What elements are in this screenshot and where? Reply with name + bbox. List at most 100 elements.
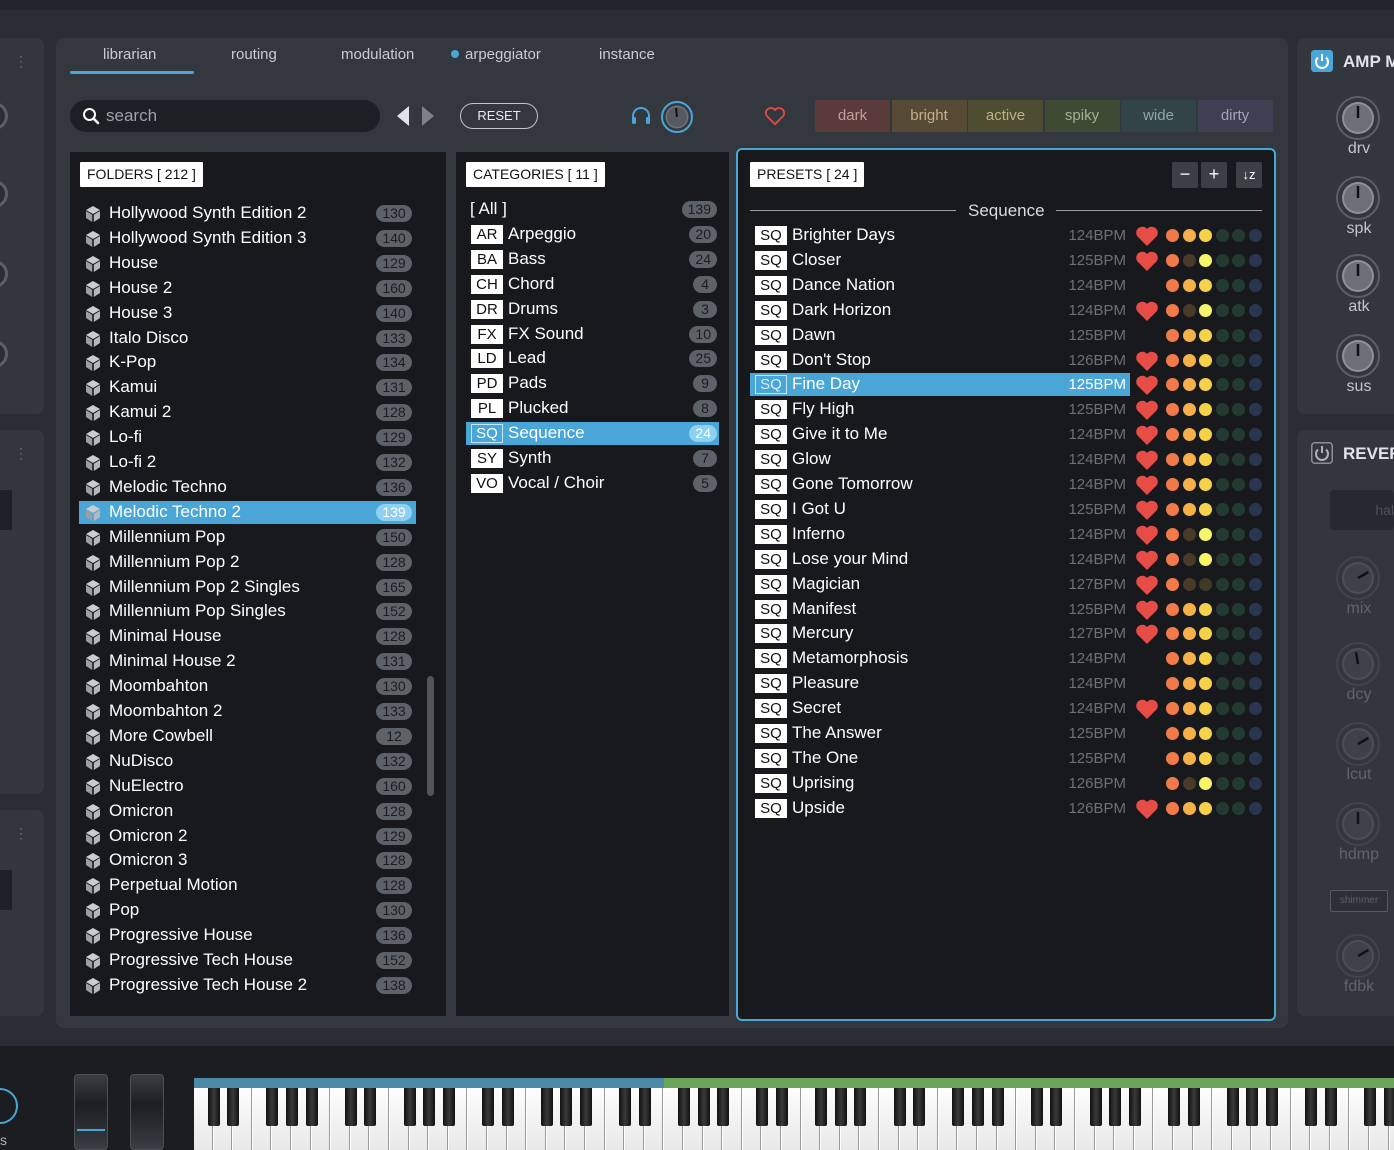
black-key[interactable] [1109,1088,1122,1126]
folder-row[interactable]: More Cowbell 12 [79,725,416,748]
category-row[interactable]: [ All ] 139 [466,198,719,221]
preset-row[interactable]: SQ Uprising 126BPM [750,772,1130,795]
black-key[interactable] [1187,1088,1200,1126]
black-key[interactable] [619,1088,632,1126]
next-preset-icon[interactable] [420,104,436,128]
black-key[interactable] [913,1088,926,1126]
favorites-filter-button[interactable] [740,100,812,132]
knob[interactable] [0,260,8,288]
favorite-heart-icon[interactable] [1135,225,1159,247]
favorite-heart-icon[interactable] [1135,599,1159,621]
black-key[interactable] [580,1088,592,1126]
black-key[interactable] [717,1088,730,1126]
black-key[interactable] [1383,1088,1394,1126]
black-key[interactable] [638,1088,651,1126]
black-key[interactable] [344,1088,357,1126]
folder-row[interactable]: Kamui 131 [79,376,416,399]
category-row[interactable]: FX FX Sound 10 [466,323,719,346]
category-row[interactable]: LD Lead 25 [466,347,719,370]
tab-instance[interactable]: instance [599,46,655,63]
preset-row[interactable]: SQ Magician 127BPM [750,573,1130,596]
folder-row[interactable]: Lo-fi 129 [79,426,416,449]
preset-row[interactable]: SQ Upside 126BPM [750,797,1130,820]
category-row[interactable]: PD Pads 9 [466,372,719,395]
preset-row[interactable]: SQ Fine Day 125BPM [750,373,1130,397]
preset-row[interactable]: SQ The Answer 125BPM [750,722,1130,745]
preset-row[interactable]: SQ Inferno 124BPM [750,523,1130,546]
folder-row[interactable]: Moombahton 130 [79,675,416,698]
tag-filter-wide[interactable]: wide [1121,100,1196,132]
preset-row[interactable]: SQ Don't Stop 126BPM [750,349,1130,372]
folder-row[interactable]: Minimal House 2 131 [79,650,416,673]
preset-row[interactable]: SQ Pleasure 124BPM [750,672,1130,695]
favorite-heart-icon[interactable] [1135,474,1159,496]
folder-row[interactable]: NuDisco 132 [79,750,416,773]
favorite-heart-icon[interactable] [1135,574,1159,596]
category-row[interactable]: DR Drums 3 [466,298,719,321]
power-icon[interactable] [1311,442,1333,464]
black-key[interactable] [1246,1088,1259,1126]
black-key[interactable] [1050,1088,1063,1126]
black-key[interactable] [756,1088,769,1126]
black-key[interactable] [1266,1088,1278,1126]
folder-row[interactable]: Melodic Techno 136 [79,476,416,499]
folder-row[interactable]: Omicron 3 128 [79,849,416,872]
folder-row[interactable]: Progressive Tech House 152 [79,949,416,972]
black-key[interactable] [305,1088,318,1126]
folder-row[interactable]: NuElectro 160 [79,775,416,798]
black-key[interactable] [1324,1088,1337,1126]
folder-row[interactable]: Moombahton 2 133 [79,700,416,723]
preset-row[interactable]: SQ I Got U 125BPM [750,498,1130,521]
black-key[interactable] [423,1088,436,1126]
search-input[interactable] [106,104,366,128]
black-key[interactable] [442,1088,455,1126]
black-key[interactable] [678,1088,690,1126]
tag-filter-active[interactable]: active [968,100,1043,132]
black-key[interactable] [364,1088,377,1126]
folder-row[interactable]: Progressive House 136 [79,924,416,947]
folder-row[interactable]: Omicron 128 [79,800,416,823]
folder-row[interactable]: House 129 [79,252,416,275]
tab-routing[interactable]: routing [231,46,277,63]
folder-row[interactable]: Minimal House 128 [79,625,416,648]
black-key[interactable] [854,1088,867,1126]
category-row[interactable]: CH Chord 4 [466,273,719,296]
favorite-heart-icon[interactable] [1135,250,1159,272]
preset-row[interactable]: SQ Metamorphosis 124BPM [750,647,1130,670]
tag-filter-spiky[interactable]: spiky [1044,100,1120,132]
preset-row[interactable]: SQ Mercury 127BPM [750,622,1130,645]
favorite-heart-icon[interactable] [1135,424,1159,446]
preset-row[interactable]: SQ Manifest 125BPM [750,598,1130,621]
preview-volume-knob[interactable] [661,101,693,133]
favorite-heart-icon[interactable] [1135,300,1159,322]
black-key[interactable] [501,1088,514,1126]
favorite-heart-icon[interactable] [1135,499,1159,521]
headphones-icon[interactable] [630,106,652,126]
tab-librarian[interactable]: librarian [103,46,156,63]
black-key[interactable] [776,1088,788,1126]
preset-row[interactable]: SQ Fly High 125BPM [750,398,1130,421]
black-key[interactable] [834,1088,847,1126]
preset-row[interactable]: SQ The One 125BPM [750,747,1130,770]
favorite-heart-icon[interactable] [1135,524,1159,546]
folder-row[interactable]: Millennium Pop Singles 152 [79,600,416,623]
folder-row[interactable]: K-Pop 134 [79,351,416,374]
pitch-wheel[interactable] [74,1074,108,1150]
expand-button[interactable]: + [1201,162,1227,188]
favorite-heart-icon[interactable] [1135,399,1159,421]
black-key[interactable] [207,1088,220,1126]
preset-row[interactable]: SQ Glow 124BPM [750,448,1130,471]
folder-row[interactable]: Italo Disco 133 [79,327,416,350]
black-key[interactable] [991,1088,1004,1126]
tag-filter-dark[interactable]: dark [815,100,890,132]
folder-row[interactable]: Lo-fi 2 132 [79,451,416,474]
collapse-button[interactable]: − [1172,162,1198,188]
preset-row[interactable]: SQ Dark Horizon 124BPM [750,299,1130,322]
folder-row[interactable]: House 3 140 [79,302,416,325]
favorite-heart-icon[interactable] [1135,374,1159,396]
folder-row[interactable]: Hollywood Synth Edition 2 130 [79,202,416,225]
drag-handle-icon[interactable]: ⋮ [14,826,28,840]
folder-row[interactable]: Pop 130 [79,899,416,922]
category-row[interactable]: SY Synth 7 [466,447,719,470]
black-key[interactable] [560,1088,573,1126]
